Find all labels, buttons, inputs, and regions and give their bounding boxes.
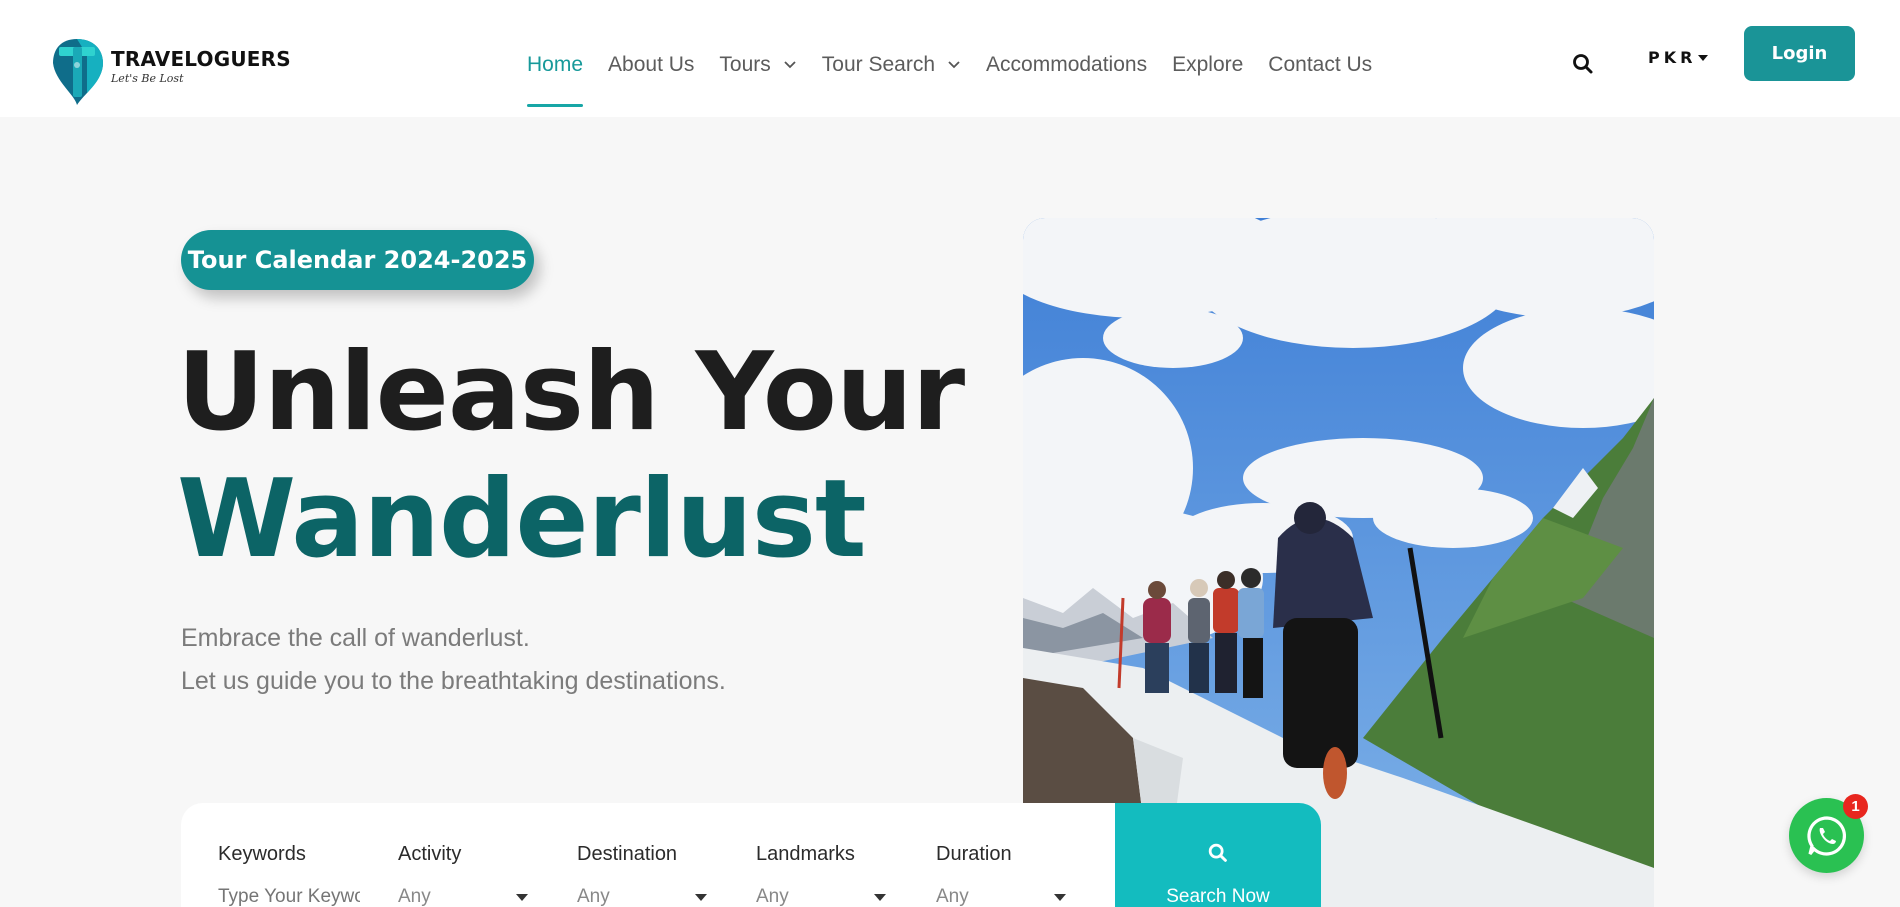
brand-name: TRAVELOGUERS xyxy=(111,47,291,71)
activity-label: Activity xyxy=(398,843,462,865)
keywords-input[interactable] xyxy=(218,886,360,907)
notification-badge: 1 xyxy=(1843,794,1868,819)
brand-tagline: Let's Be Lost xyxy=(111,72,184,85)
search-icon xyxy=(1206,841,1230,870)
caret-down-icon xyxy=(1698,54,1709,61)
main-nav: Home About Us Tours Tour Search Accommod… xyxy=(527,50,1397,107)
caret-down-icon xyxy=(1054,893,1066,901)
nav-contact-us[interactable]: Contact Us xyxy=(1268,50,1372,80)
activity-field[interactable]: Activity Any xyxy=(398,843,548,907)
keywords-field: Keywords xyxy=(218,843,368,907)
chevron-down-icon xyxy=(947,58,961,72)
nav-home[interactable]: Home xyxy=(527,50,584,107)
nav-explore[interactable]: Explore xyxy=(1172,50,1243,80)
caret-down-icon xyxy=(874,893,886,901)
tour-calendar-badge[interactable]: Tour Calendar 2024-2025 xyxy=(181,230,534,290)
site-header: TRAVELOGUERS Let's Be Lost Home About Us… xyxy=(0,0,1900,117)
destination-label: Destination xyxy=(577,843,678,865)
caret-down-icon xyxy=(695,893,707,901)
destination-field[interactable]: Destination Any xyxy=(577,843,727,907)
search-icon[interactable] xyxy=(1570,51,1596,77)
keywords-label: Keywords xyxy=(218,843,306,865)
destination-select[interactable]: Any xyxy=(577,886,707,907)
logo-mark-icon xyxy=(49,35,105,107)
whatsapp-icon xyxy=(1806,815,1846,856)
login-button[interactable]: Login xyxy=(1744,26,1855,81)
nav-tour-search[interactable]: Tour Search xyxy=(822,50,961,80)
hero-title-line1: Unleash Your xyxy=(177,330,965,455)
tour-search-bar: Keywords Activity Any Destination Any La… xyxy=(181,803,1115,907)
search-now-button[interactable]: Search Now xyxy=(1115,803,1321,907)
chevron-down-icon xyxy=(783,58,797,72)
caret-down-icon xyxy=(516,893,528,901)
brand-logo[interactable]: TRAVELOGUERS Let's Be Lost xyxy=(49,35,291,107)
landmarks-select[interactable]: Any xyxy=(756,886,886,907)
duration-field[interactable]: Duration Any xyxy=(936,843,1086,907)
nav-accommodations[interactable]: Accommodations xyxy=(986,50,1147,80)
hero-subtitle-line1: Embrace the call of wanderlust. xyxy=(181,624,530,652)
currency-selector[interactable]: PKR xyxy=(1648,48,1709,67)
search-now-label: Search Now xyxy=(1166,886,1270,907)
nav-tours[interactable]: Tours xyxy=(719,50,796,80)
hero-title-line2: Wanderlust xyxy=(177,457,867,582)
landmarks-label: Landmarks xyxy=(756,843,855,865)
duration-label: Duration xyxy=(936,843,1012,865)
landmarks-field[interactable]: Landmarks Any xyxy=(756,843,906,907)
duration-select[interactable]: Any xyxy=(936,886,1066,907)
hero-subtitle-line2: Let us guide you to the breathtaking des… xyxy=(181,667,726,695)
activity-select[interactable]: Any xyxy=(398,886,528,907)
currency-label: PKR xyxy=(1648,48,1697,67)
nav-about-us[interactable]: About Us xyxy=(608,50,694,80)
